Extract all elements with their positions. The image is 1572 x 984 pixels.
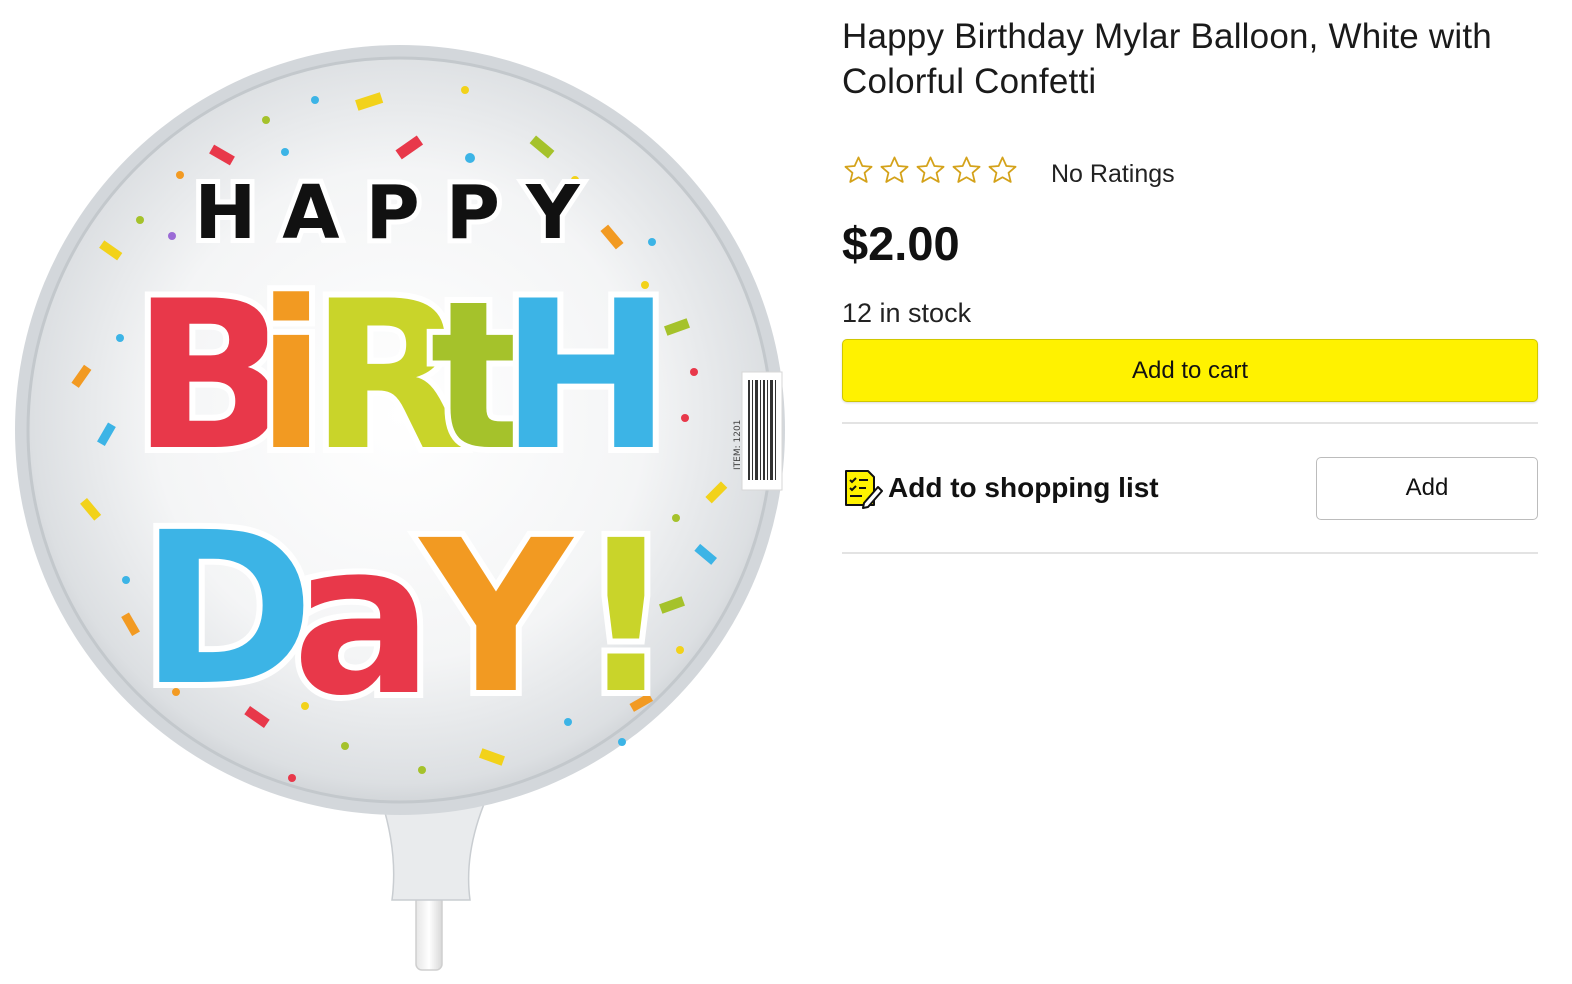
svg-text:D: D [140, 487, 314, 732]
product-title: Happy Birthday Mylar Balloon, White with… [842, 17, 1492, 101]
rating-row: No Ratings [842, 150, 1538, 190]
shopping-list-icon [845, 470, 883, 509]
star-outline-icon [916, 156, 945, 183]
stock-status: 12 in stock [842, 298, 972, 328]
item-label: ITEM: 1201 [733, 420, 743, 470]
product-info: Happy Birthday Mylar Balloon, White with… [842, 14, 1538, 554]
star-outline-icon [880, 156, 909, 183]
barcode-sticker [741, 371, 783, 491]
star-outline-icon [952, 156, 981, 183]
add-to-list-button[interactable]: Add [1316, 456, 1538, 520]
balloon-text-happy: HAPPY [194, 170, 605, 256]
product-price: $2.00 [842, 217, 960, 270]
product-image: HAPPY B i R t H D a Y ! ITEM: 1201 [0, 0, 800, 984]
star-outline-icon [844, 156, 873, 183]
add-to-cart-button[interactable]: Add to cart [842, 339, 1538, 402]
divider [842, 552, 1538, 554]
svg-text:Y: Y [417, 495, 575, 740]
rating-label[interactable]: No Ratings [1051, 160, 1175, 189]
svg-text:a: a [292, 497, 434, 742]
rating-stars[interactable] [842, 154, 1019, 187]
svg-text:H: H [500, 258, 672, 496]
shopping-list-label-group: Add to shopping list [842, 467, 1159, 509]
star-outline-icon [988, 156, 1017, 183]
balloon-illustration: HAPPY B i R t H D a Y ! ITEM: 1201 [15, 45, 785, 971]
shopping-list-row: Add to shopping list Add [842, 424, 1538, 552]
svg-text:!: ! [578, 495, 674, 740]
add-to-shopping-list-label: Add to shopping list [888, 472, 1159, 503]
